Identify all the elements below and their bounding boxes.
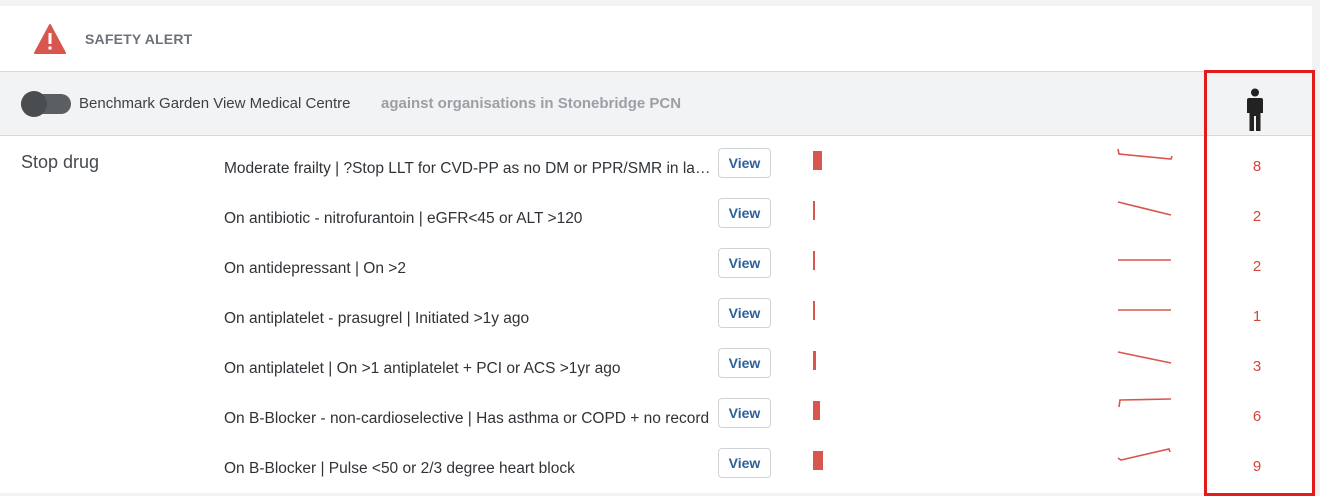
- safety-alert-card: SAFETY ALERT Benchmark Garden View Medic…: [0, 6, 1315, 496]
- count-bar: [813, 251, 815, 270]
- trend-sparkline: [1117, 448, 1171, 461]
- view-button[interactable]: View: [718, 398, 771, 428]
- table-row: On antidepressant | On >2 View 2: [0, 246, 1312, 296]
- trend-sparkline: [1118, 309, 1171, 311]
- count-bar: [813, 451, 823, 470]
- count-bar: [813, 151, 822, 170]
- indicator-label: On B-Blocker | Pulse <50 or 2/3 degree h…: [224, 460, 575, 477]
- count-bar: [813, 201, 815, 220]
- benchmark-comparison: against organisations in Stonebridge PCN: [381, 95, 682, 112]
- sparkline-path: [1118, 398, 1172, 408]
- table-row: Moderate frailty | ?Stop LLT for CVD-PP …: [0, 146, 1312, 196]
- view-button[interactable]: View: [718, 348, 771, 378]
- view-button[interactable]: View: [718, 298, 771, 328]
- count-column-highlight: [1204, 70, 1315, 496]
- table-row: On antibiotic - nitrofurantoin | eGFR<45…: [0, 196, 1312, 246]
- table-row: On antiplatelet - prasugrel | Initiated …: [0, 296, 1312, 346]
- view-button[interactable]: View: [718, 198, 771, 228]
- table-row: On B-Blocker - non-cardioselective | Has…: [0, 396, 1312, 446]
- count-bar: [813, 401, 820, 420]
- table-row: On B-Blocker | Pulse <50 or 2/3 degree h…: [0, 446, 1312, 496]
- indicator-label: On antiplatelet | On >1 antiplatelet + P…: [224, 360, 621, 377]
- trend-sparkline: [1118, 259, 1171, 261]
- count-bar: [813, 301, 815, 320]
- table-row: On antiplatelet | On >1 antiplatelet + P…: [0, 346, 1312, 396]
- indicator-label: On antidepressant | On >2: [224, 260, 406, 277]
- sparkline-path: [1117, 148, 1173, 160]
- toggle-switch-icon[interactable]: [21, 91, 71, 117]
- trend-sparkline: [1117, 148, 1173, 160]
- trend-sparkline: [1118, 398, 1172, 408]
- sparkline-path: [1117, 201, 1172, 216]
- trend-sparkline: [1117, 201, 1172, 216]
- view-button[interactable]: View: [718, 248, 771, 278]
- view-button[interactable]: View: [718, 148, 771, 178]
- indicator-label: On antiplatelet - prasugrel | Initiated …: [224, 310, 530, 327]
- indicator-label: Moderate frailty | ?Stop LLT for CVD-PP …: [224, 160, 714, 177]
- benchmark-bar: Benchmark Garden View Medical Centre aga…: [0, 72, 1312, 136]
- sparkline-path: [1117, 448, 1171, 461]
- warning-triangle-icon: [34, 24, 66, 54]
- indicator-label: On B-Blocker - non-cardioselective | Has…: [224, 410, 710, 427]
- alert-header: SAFETY ALERT: [0, 6, 1312, 72]
- sparkline-path: [1117, 351, 1172, 364]
- trend-sparkline: [1117, 351, 1172, 364]
- toggle-knob: [21, 91, 47, 117]
- view-button[interactable]: View: [718, 448, 771, 478]
- count-bar: [813, 351, 816, 370]
- indicator-label: On antibiotic - nitrofurantoin | eGFR<45…: [224, 210, 583, 227]
- benchmark-organisation: Benchmark Garden View Medical Centre: [79, 95, 351, 112]
- alert-title: SAFETY ALERT: [85, 31, 193, 47]
